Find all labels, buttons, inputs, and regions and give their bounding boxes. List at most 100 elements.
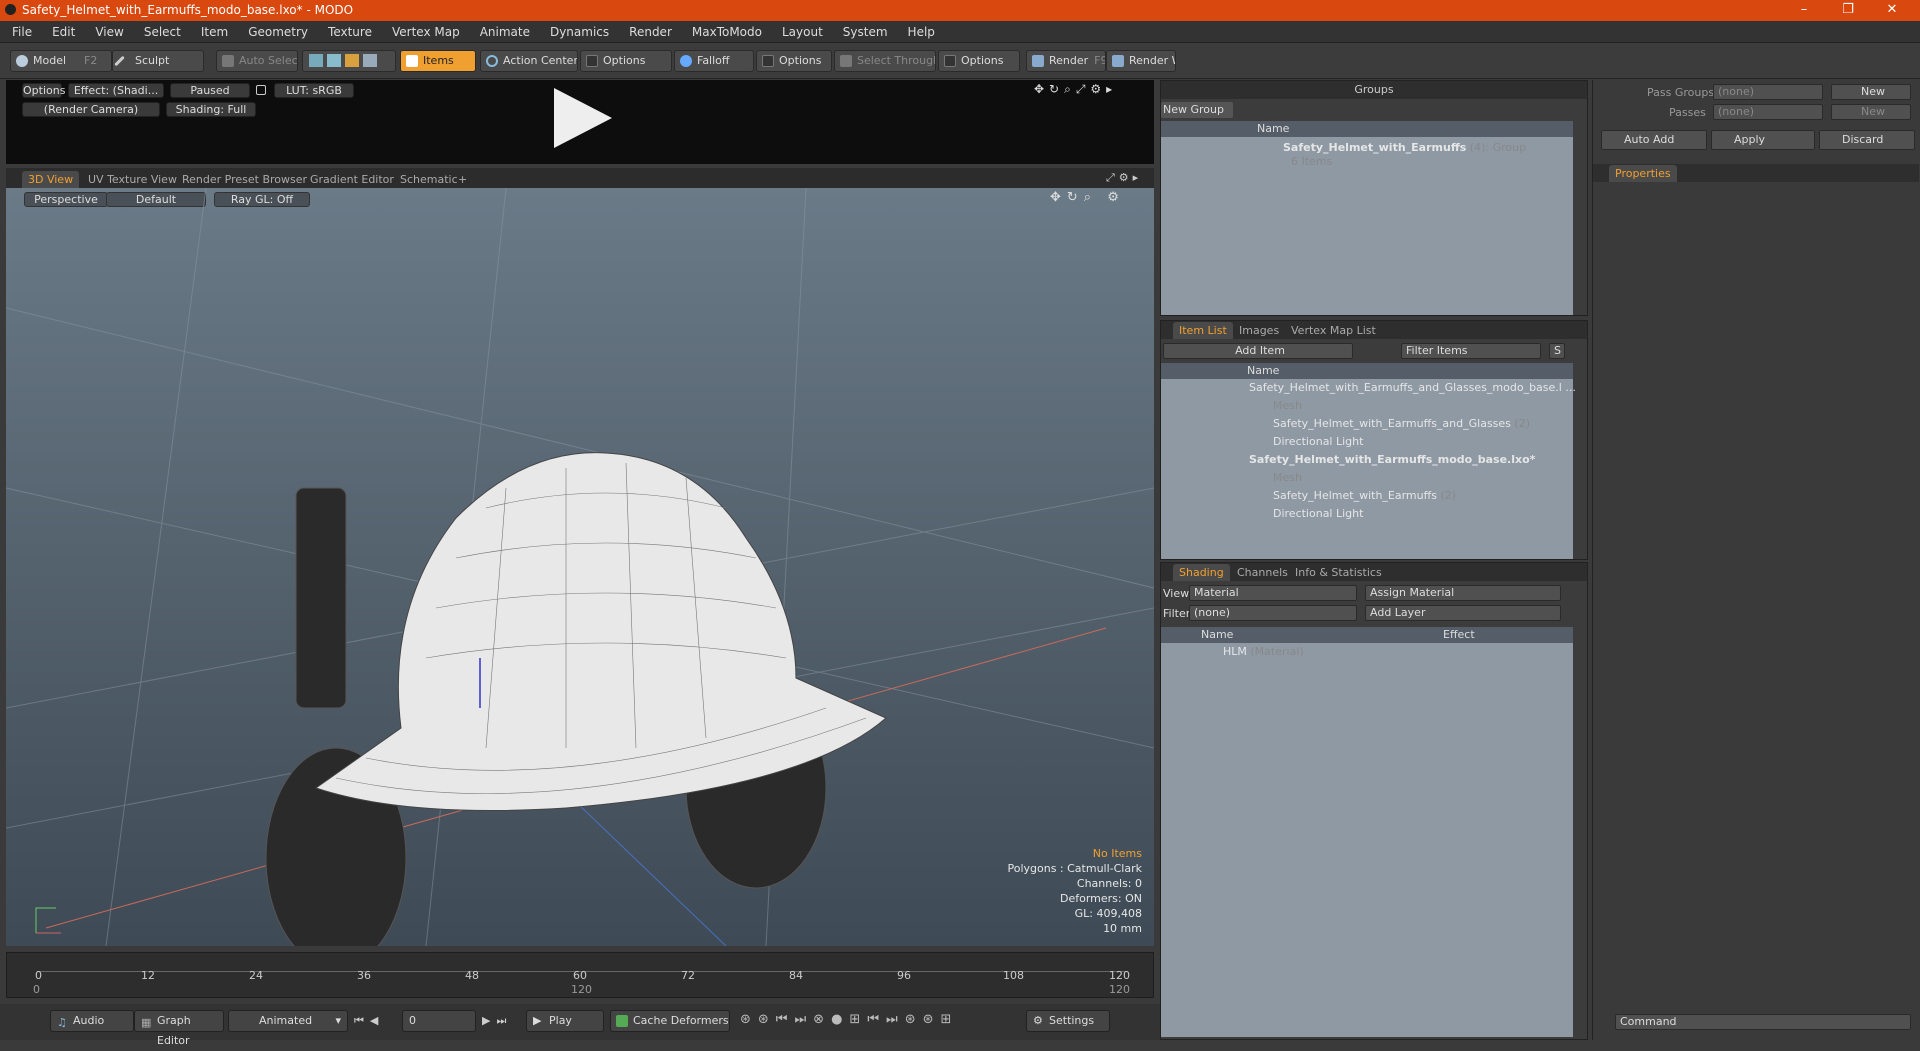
play-icon[interactable] bbox=[546, 84, 616, 154]
auto-add-button[interactable]: Auto Add bbox=[1601, 130, 1707, 150]
3d-viewport[interactable]: Perspective Default Ray GL: Off ✥↻⌕ ⚙ No… bbox=[6, 188, 1154, 946]
preview-nav-icons[interactable]: ✥↻⌕⤢⚙▸ bbox=[1034, 82, 1117, 97]
menu-animate[interactable]: Animate bbox=[470, 21, 540, 43]
tab-shading[interactable]: Shading bbox=[1173, 564, 1230, 581]
tab-channels[interactable]: Channels bbox=[1231, 564, 1294, 581]
play-button[interactable]: ▶ Play bbox=[526, 1010, 604, 1032]
falloff-options-button[interactable]: Options bbox=[756, 50, 832, 72]
apply-button[interactable]: Apply bbox=[1711, 130, 1815, 150]
menu-vertex-map[interactable]: Vertex Map bbox=[382, 21, 470, 43]
edges-mode-icon[interactable] bbox=[327, 54, 341, 67]
tree-row-light-2[interactable]: Directional Light bbox=[1273, 505, 1363, 523]
tab-item-list[interactable]: Item List bbox=[1173, 322, 1233, 339]
falloff-button[interactable]: Falloff bbox=[674, 50, 754, 72]
tab-gradient-editor[interactable]: Gradient Editor bbox=[304, 171, 400, 188]
checkbox-icon bbox=[762, 55, 774, 67]
menu-system[interactable]: System bbox=[833, 21, 898, 43]
menu-select[interactable]: Select bbox=[134, 21, 191, 43]
maximize-button[interactable]: ❐ bbox=[1828, 2, 1868, 17]
frame-field[interactable]: 0 bbox=[402, 1010, 476, 1032]
action-center-button[interactable]: Action Center bbox=[480, 50, 578, 72]
filter-dropdown[interactable]: (none) bbox=[1189, 605, 1357, 621]
filter-items-field[interactable]: Filter Items bbox=[1401, 343, 1541, 359]
animated-dropdown[interactable]: Animated ▾ bbox=[228, 1010, 348, 1032]
tree-row-mesh-2[interactable]: Mesh bbox=[1273, 469, 1302, 487]
cache-icon bbox=[616, 1015, 628, 1027]
tab-properties[interactable]: Properties bbox=[1609, 165, 1677, 182]
material-row[interactable]: HLM (Material) bbox=[1223, 643, 1304, 661]
settings-button[interactable]: ⚙ Settings bbox=[1026, 1010, 1110, 1032]
select-through-button[interactable]: Select Through bbox=[834, 50, 936, 72]
add-layer-dropdown[interactable]: Add Layer bbox=[1365, 605, 1561, 621]
transport-forward-icons[interactable]: ▶⏭ bbox=[482, 1014, 512, 1028]
menu-geometry[interactable]: Geometry bbox=[238, 21, 318, 43]
tab-info-statistics[interactable]: Info & Statistics bbox=[1289, 564, 1388, 581]
filter-s-button[interactable]: S bbox=[1549, 343, 1565, 359]
polygons-label: Polygons : Catmull-Clark bbox=[1007, 862, 1142, 875]
tree-row-light-1[interactable]: Directional Light bbox=[1273, 433, 1363, 451]
assign-material-dropdown[interactable]: Assign Material bbox=[1365, 585, 1561, 601]
vertices-mode-icon[interactable] bbox=[309, 54, 323, 67]
tab-render-preset-browser[interactable]: Render Preset Browser bbox=[176, 171, 313, 188]
add-item-dropdown[interactable]: Add Item bbox=[1163, 343, 1353, 359]
pass-groups-dropdown[interactable]: (none) bbox=[1713, 84, 1823, 100]
preview-options-button[interactable]: Options bbox=[22, 83, 65, 98]
select-options-button[interactable]: Options bbox=[938, 50, 1020, 72]
music-note-icon: ♫ bbox=[57, 1016, 67, 1029]
menu-texture[interactable]: Texture bbox=[318, 21, 382, 43]
new-pass-button[interactable]: New bbox=[1831, 104, 1911, 120]
shading-dropdown[interactable]: Shading: Full bbox=[166, 102, 256, 117]
polygons-mode-icon[interactable] bbox=[345, 54, 359, 67]
menu-dynamics[interactable]: Dynamics bbox=[540, 21, 619, 43]
tab-3d-view[interactable]: 3D View bbox=[22, 171, 80, 188]
timeline-range-start: 0 bbox=[33, 983, 40, 996]
materials-mode-icon[interactable] bbox=[363, 54, 377, 67]
menu-item[interactable]: Item bbox=[191, 21, 238, 43]
auto-select-button[interactable]: Auto Select bbox=[216, 50, 298, 72]
sculpt-mode-button[interactable]: Sculpt bbox=[112, 50, 204, 72]
new-pass-group-button[interactable]: New bbox=[1831, 84, 1911, 100]
effect-dropdown[interactable]: Effect: (Shadi... bbox=[68, 83, 164, 98]
discard-button[interactable]: Discard bbox=[1819, 130, 1915, 150]
new-group-button[interactable]: New Group bbox=[1161, 102, 1233, 118]
menu-file[interactable]: File bbox=[2, 21, 42, 43]
transport-back-icons[interactable]: ⏮◀ bbox=[354, 1014, 384, 1028]
groups-panel: Groups New Group Name Safety_Helmet_with… bbox=[1160, 80, 1588, 316]
model-mode-button[interactable]: Model F2 bbox=[10, 50, 112, 72]
audio-button[interactable]: ♫ Audio bbox=[50, 1010, 134, 1032]
items-mode-button[interactable]: Items bbox=[400, 50, 476, 72]
graph-editor-button[interactable]: ▦ Graph Editor bbox=[134, 1010, 224, 1047]
viewport-stats: No Items Polygons : Catmull-Clark Channe… bbox=[1007, 846, 1142, 936]
menu-view[interactable]: View bbox=[85, 21, 133, 43]
minimize-button[interactable]: – bbox=[1784, 2, 1824, 17]
key-tools-icons[interactable]: ⊛⊛⏮⏭⊗●⊞⏮⏭⊛⊛⊞ bbox=[740, 1012, 958, 1027]
camera-dropdown[interactable]: (Render Camera) bbox=[22, 102, 160, 117]
panel-controls-icon[interactable]: ⤢⚙▸ bbox=[1106, 171, 1142, 185]
menu-render[interactable]: Render bbox=[619, 21, 682, 43]
cache-deformers-button[interactable]: Cache Deformers bbox=[610, 1010, 730, 1032]
render-window-button[interactable]: Render Window bbox=[1106, 50, 1176, 72]
passes-dropdown[interactable]: (none) bbox=[1713, 104, 1823, 120]
menu-edit[interactable]: Edit bbox=[42, 21, 85, 43]
view-dropdown[interactable]: Material bbox=[1189, 585, 1357, 601]
paused-button[interactable]: Paused bbox=[170, 83, 250, 98]
tree-row-group-1[interactable]: Safety_Helmet_with_Earmuffs_and_Glasses … bbox=[1273, 415, 1530, 433]
render-button[interactable]: RenderF9 bbox=[1026, 50, 1106, 72]
tree-row-scene-1[interactable]: Safety_Helmet_with_Earmuffs_and_Glasses_… bbox=[1249, 379, 1576, 397]
tree-row-mesh-1[interactable]: Mesh bbox=[1273, 397, 1302, 415]
menu-help[interactable]: Help bbox=[898, 21, 945, 43]
action-center-options-button[interactable]: Options bbox=[580, 50, 672, 72]
lock-icon[interactable] bbox=[256, 85, 266, 95]
tree-row-scene-2[interactable]: Safety_Helmet_with_Earmuffs_modo_base.lx… bbox=[1249, 451, 1535, 469]
command-input[interactable]: Command bbox=[1615, 1014, 1911, 1030]
add-tab-icon[interactable]: + bbox=[452, 171, 473, 188]
timeline[interactable]: 0 12 24 36 48 60 72 84 96 108 120 0 120 … bbox=[6, 952, 1154, 998]
menu-layout[interactable]: Layout bbox=[772, 21, 833, 43]
menu-maxtomodo[interactable]: MaxToModo bbox=[682, 21, 772, 43]
tree-row-group-2[interactable]: Safety_Helmet_with_Earmuffs (2) bbox=[1273, 487, 1456, 505]
close-button[interactable]: ✕ bbox=[1872, 2, 1912, 17]
tab-images[interactable]: Images bbox=[1233, 322, 1285, 339]
lut-dropdown[interactable]: LUT: sRGB bbox=[274, 83, 354, 98]
tab-uv-texture-view[interactable]: UV Texture View bbox=[82, 171, 183, 188]
tab-vertex-map-list[interactable]: Vertex Map List bbox=[1285, 322, 1382, 339]
